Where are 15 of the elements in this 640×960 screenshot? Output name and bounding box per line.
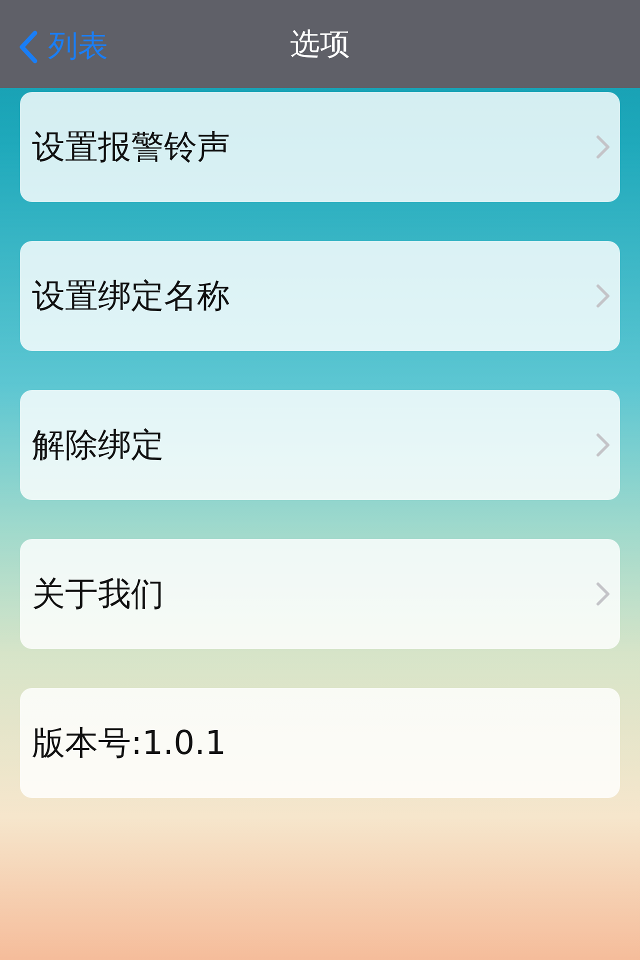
menu-item[interactable]: 解除绑定 — [20, 390, 620, 500]
item-label: 解除绑定 — [32, 424, 164, 466]
chevron-left-icon — [18, 30, 38, 64]
chevron-right-icon — [596, 284, 610, 308]
item-label: 关于我们 — [32, 572, 164, 614]
page-title: 选项 — [290, 26, 350, 64]
menu-item[interactable]: 设置报警铃声 — [20, 92, 620, 202]
menu-item[interactable]: 关于我们 — [20, 539, 620, 649]
item-label: 设置绑定名称 — [32, 274, 230, 316]
menu-item[interactable]: 设置绑定名称 — [20, 241, 620, 351]
chevron-right-icon — [596, 582, 610, 606]
item-label: 设置报警铃声 — [32, 126, 230, 168]
chevron-right-icon — [596, 135, 610, 159]
item-label: 版本号:1.0.1 — [32, 722, 226, 764]
chevron-right-icon — [596, 433, 610, 457]
